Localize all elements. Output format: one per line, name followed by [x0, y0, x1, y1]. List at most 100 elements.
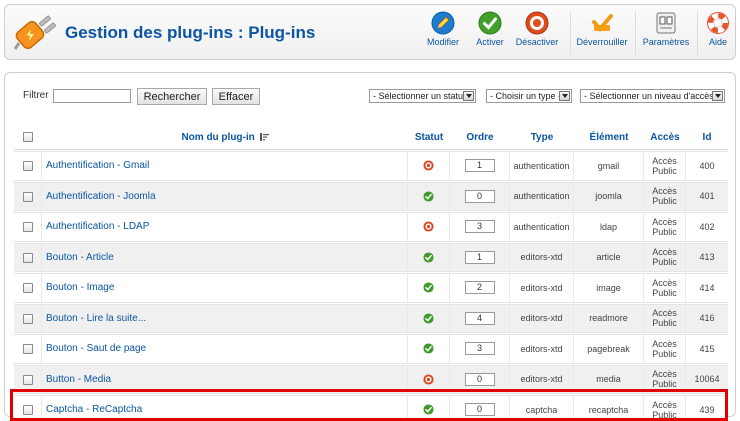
order-input[interactable]: 1: [464, 250, 495, 264]
status-cell: [408, 395, 450, 421]
help-icon: [707, 12, 729, 34]
order-input[interactable]: 0: [464, 189, 495, 203]
order-cell: 3: [450, 212, 510, 242]
element-cell: image: [574, 273, 644, 303]
type-cell: authentication: [510, 181, 574, 211]
settings-button[interactable]: Paramètres: [641, 11, 691, 57]
type-cell: editors-xtd: [510, 303, 574, 333]
plugin-name-link[interactable]: Authentification - Gmail: [42, 151, 408, 181]
access-select[interactable]: - Sélectionner un niveau d'accès -: [580, 89, 725, 103]
check-icon: [478, 11, 502, 35]
filter-label: Filtrer: [23, 90, 49, 101]
element-cell: readmore: [574, 303, 644, 333]
access-line-2: Public: [652, 348, 677, 359]
type-select-value: - Choisir un type -: [490, 91, 562, 101]
table-row: Captcha - ReCaptcha 0 captcha recaptcha Accè…: [14, 395, 728, 421]
plugin-name-link[interactable]: Captcha - ReCaptcha: [42, 395, 408, 421]
enabled-check-icon[interactable]: [423, 343, 434, 354]
access-cell: Accès Public: [644, 303, 686, 333]
column-header-id[interactable]: Id: [686, 126, 728, 150]
access-line-2: Public: [652, 226, 677, 237]
table-row: Button - Media 0 editors-xtd media Accès Publ…: [14, 364, 728, 394]
order-input[interactable]: 1: [464, 159, 495, 173]
access-line-2: Public: [652, 165, 677, 176]
order-input[interactable]: 3: [464, 342, 495, 356]
order-input[interactable]: 4: [464, 311, 495, 325]
status-select[interactable]: - Sélectionner un statut -: [369, 89, 476, 103]
select-all-cell: [14, 126, 42, 150]
id-cell: 414: [686, 273, 728, 303]
enabled-check-icon[interactable]: [423, 282, 434, 293]
unlock-button[interactable]: Déverrouiller: [575, 11, 629, 57]
row-checkbox[interactable]: [22, 344, 33, 355]
order-cell: 1: [450, 151, 510, 181]
status-cell: [408, 303, 450, 333]
filter-input[interactable]: [53, 89, 131, 103]
column-header-type[interactable]: Type: [510, 126, 574, 150]
column-header-name[interactable]: Nom du plug-in: [42, 126, 408, 150]
disabled-circle-icon[interactable]: [423, 160, 434, 171]
enabled-check-icon[interactable]: [423, 191, 434, 202]
type-cell: captcha: [510, 395, 574, 421]
access-line-2: Public: [652, 196, 677, 207]
column-header-order[interactable]: Ordre: [450, 126, 510, 150]
plugin-name-link[interactable]: Bouton - Lire la suite...: [42, 303, 408, 333]
type-cell: editors-xtd: [510, 334, 574, 364]
select-all-checkbox[interactable]: [23, 132, 33, 143]
row-select-cell: [14, 273, 42, 303]
settings-icon: [656, 12, 676, 34]
order-input[interactable]: 3: [464, 220, 495, 234]
table-row: Authentification - Gmail 1 authentication g…: [14, 151, 728, 181]
enable-button[interactable]: Activer: [472, 11, 508, 57]
plugin-name-link[interactable]: Authentification - LDAP: [42, 212, 408, 242]
enabled-check-icon[interactable]: [423, 252, 434, 263]
access-line-1: Accès: [652, 399, 677, 410]
disable-button[interactable]: Désactiver: [514, 11, 560, 57]
help-button[interactable]: Aide: [703, 11, 733, 57]
plugin-name-link[interactable]: Bouton - Article: [42, 242, 408, 272]
plugin-name-link[interactable]: Authentification - Joomla: [42, 181, 408, 211]
edit-button[interactable]: Modifier: [422, 11, 464, 57]
table-row: Authentification - LDAP 3 authentication ld…: [14, 212, 728, 242]
row-checkbox[interactable]: [22, 283, 33, 294]
toolbar-header: Gestion des plug-ins : Plug-ins Modifier…: [4, 4, 736, 60]
row-checkbox[interactable]: [22, 313, 33, 324]
reset-button[interactable]: Effacer: [212, 88, 260, 105]
enabled-check-icon[interactable]: [423, 404, 434, 415]
order-input[interactable]: 0: [464, 403, 495, 417]
table-header-row: Nom du plug-in Statut Ordre Type Élément…: [14, 126, 728, 150]
row-checkbox[interactable]: [22, 222, 33, 233]
search-button[interactable]: Rechercher: [137, 88, 207, 105]
access-cell: Accès Public: [644, 242, 686, 272]
order-input[interactable]: 0: [464, 372, 495, 386]
enabled-check-icon[interactable]: [423, 313, 434, 324]
access-line-2: Public: [652, 379, 677, 390]
row-checkbox[interactable]: [22, 252, 33, 263]
type-select[interactable]: - Choisir un type -: [486, 89, 572, 103]
disabled-circle-icon[interactable]: [423, 374, 434, 385]
column-header-access[interactable]: Accès: [644, 126, 686, 150]
row-checkbox[interactable]: [22, 374, 33, 385]
row-checkbox[interactable]: [22, 191, 33, 202]
row-checkbox[interactable]: [22, 405, 33, 416]
status-cell: [408, 273, 450, 303]
disable-button-label: Désactiver: [515, 37, 559, 47]
status-cell: [408, 181, 450, 211]
access-line-2: Public: [652, 287, 677, 298]
access-line-1: Accès: [652, 216, 677, 227]
name-header-label: Nom du plug-in: [181, 132, 255, 143]
disabled-circle-icon[interactable]: [423, 221, 434, 232]
plugin-name-link[interactable]: Button - Media: [42, 364, 408, 394]
id-cell: 401: [686, 181, 728, 211]
order-cell: 0: [450, 364, 510, 394]
column-header-status[interactable]: Statut: [408, 126, 450, 150]
row-checkbox[interactable]: [22, 161, 33, 172]
access-cell: Accès Public: [644, 395, 686, 421]
order-input[interactable]: 2: [464, 281, 495, 295]
id-cell: 416: [686, 303, 728, 333]
access-line-2: Public: [652, 409, 677, 420]
access-line-1: Accès: [652, 369, 677, 380]
column-header-element[interactable]: Élément: [574, 126, 644, 150]
plugin-name-link[interactable]: Bouton - Saut de page: [42, 334, 408, 364]
plugin-name-link[interactable]: Bouton - Image: [42, 273, 408, 303]
